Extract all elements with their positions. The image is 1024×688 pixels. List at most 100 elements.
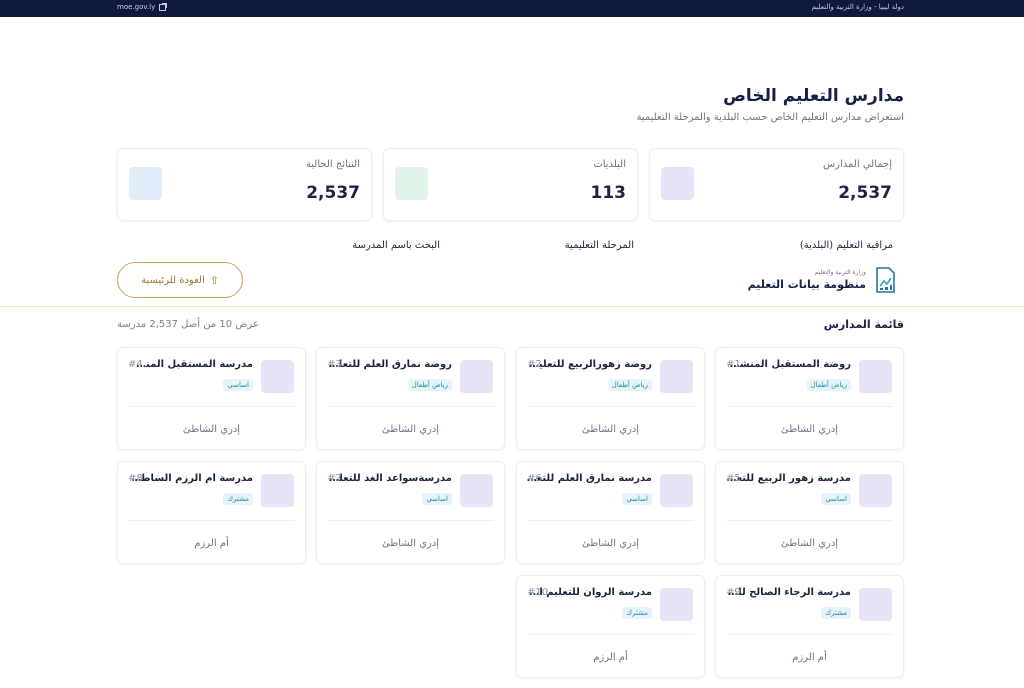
school-number: #5 — [726, 473, 741, 484]
school-thumbnail — [261, 474, 294, 507]
top-bar: moe.gov.ly دولة ليبيا - وزارة التربية وا… — [0, 0, 1024, 17]
brand-block: وزارة التربية والتعليم منظومة بيانات الت… — [748, 266, 896, 294]
school-thumbnail — [859, 474, 892, 507]
school-name: مدرسة الرجاء الصالح للتعليم الحر — [725, 587, 851, 598]
stage-badge: مشترك — [821, 607, 851, 619]
stat-label: إجمالي المدارس — [822, 159, 892, 170]
card-divider — [128, 520, 295, 521]
school-card[interactable]: مدرسة الروان للتعليم الحر #10 مشترك أم ا… — [516, 575, 705, 678]
school-name: روضة زهورالربيع للتعليم الحر — [526, 359, 652, 370]
stage-badge: رياض أطفال — [806, 379, 851, 391]
stage-badge: رياض أطفال — [607, 379, 652, 391]
card-divider — [726, 634, 893, 635]
external-link-icon[interactable] — [159, 2, 168, 11]
stage-badge: اساسي — [422, 493, 452, 505]
school-thumbnail — [660, 474, 693, 507]
stat-value: 2,537 — [306, 183, 360, 203]
school-city: إدري الشاطئ — [780, 538, 839, 549]
back-home-button[interactable]: ⇧ العودة للرئيسية — [117, 262, 243, 298]
school-city: إدري الشاطئ — [182, 424, 241, 435]
school-thumbnail — [660, 588, 693, 621]
school-city: إدري الشاطئ — [381, 424, 440, 435]
stat-card-municipalities: البلديات 113 — [383, 148, 638, 221]
school-card[interactable]: روضة نمارق العلم للتعليم الحر #3 رياض أط… — [316, 347, 505, 450]
home-icon: ⇧ — [209, 273, 219, 287]
brand-ministry: وزارة التربية والتعليم — [814, 269, 866, 276]
stat-card-total-schools: إجمالي المدارس 2,537 — [649, 148, 904, 221]
school-city: إدري الشاطئ — [581, 538, 640, 549]
school-card[interactable]: مدرسة نمارق العلم للتعليم الحر #6 اساسي … — [516, 461, 705, 564]
stat-value: 2,537 — [838, 183, 892, 203]
card-divider — [527, 634, 694, 635]
school-city: إدري الشاطئ — [381, 538, 440, 549]
school-card[interactable]: روضة زهورالربيع للتعليم الحر #2 رياض أطف… — [516, 347, 705, 450]
stage-badge: اساسي — [821, 493, 851, 505]
school-name: مدرسة زهور الربيع للتعليم الحر — [725, 473, 851, 484]
section-divider — [0, 306, 1024, 307]
school-name: روضة المستقبل المنشود للتعليم الحر — [725, 359, 851, 370]
municipality-icon — [395, 167, 428, 200]
school-card[interactable]: مدرسة المستقبل المنشود للتعليم #4 اساسي … — [117, 347, 306, 450]
school-number: #9 — [726, 587, 741, 598]
results-icon — [129, 167, 162, 200]
stage-filter[interactable]: المرحلة التعليمية — [565, 240, 634, 251]
page-subtitle: استعراض مدارس التعليم الخاص حسب البلدية … — [636, 112, 904, 123]
back-home-label: العودة للرئيسية — [141, 274, 205, 286]
card-divider — [527, 406, 694, 407]
stat-card-current-results: النتائج الحالية 2,537 — [117, 148, 372, 221]
page-title: مدارس التعليم الخاص — [723, 86, 904, 106]
card-divider — [726, 520, 893, 521]
school-name: مدرسة نمارق العلم للتعليم الحر — [526, 473, 652, 484]
school-number: #2 — [527, 359, 542, 370]
school-number: #4 — [128, 359, 143, 370]
municipality-filter[interactable]: مراقبة التعليم (البلدية) — [800, 240, 893, 251]
school-card[interactable]: مدرسةسواعد الغد للتعليم الحر #7 اساسي إد… — [316, 461, 505, 564]
school-number: #3 — [327, 359, 342, 370]
school-name: مدرسة المستقبل المنشود للتعليم — [127, 359, 253, 370]
school-number: #6 — [527, 473, 542, 484]
stage-badge: رياض أطفال — [407, 379, 452, 391]
filters-bar: مراقبة التعليم (البلدية) المرحلة التعليم… — [117, 226, 904, 259]
school-card[interactable]: روضة المستقبل المنشود للتعليم الحر #1 ري… — [715, 347, 904, 450]
school-number: #1 — [726, 359, 741, 370]
stage-badge: اساسي — [223, 379, 253, 391]
school-icon — [661, 167, 694, 200]
site-link[interactable]: moe.gov.ly — [117, 2, 168, 11]
school-thumbnail — [460, 360, 493, 393]
school-thumbnail — [460, 474, 493, 507]
stage-badge: مشترك — [223, 493, 253, 505]
school-city: إدري الشاطئ — [780, 424, 839, 435]
school-city: إدري الشاطئ — [581, 424, 640, 435]
brand-name: منظومة بيانات التعليم — [747, 278, 866, 291]
org-label: دولة ليبيا - وزارة التربية والتعليم — [811, 3, 904, 11]
stage-badge: اساسي — [622, 493, 652, 505]
stage-badge: مشترك — [622, 607, 652, 619]
stat-label: النتائج الحالية — [305, 159, 360, 170]
list-count: عرض 10 من أصل 2,537 مدرسة — [117, 319, 259, 330]
site-link-label[interactable]: moe.gov.ly — [117, 3, 155, 11]
stat-value: 113 — [590, 183, 627, 203]
school-number: #10 — [527, 587, 549, 598]
school-number: #7 — [327, 473, 342, 484]
school-number: #8 — [128, 473, 143, 484]
stat-label: البلديات — [593, 159, 626, 170]
school-name: مدرسة أم الرزم الساطعة للتعليم — [127, 473, 253, 484]
school-city: أم الرزم — [593, 652, 628, 663]
card-divider — [527, 520, 694, 521]
school-thumbnail — [660, 360, 693, 393]
school-name: روضة نمارق العلم للتعليم الحر — [326, 359, 452, 370]
school-name: مدرسةسواعد الغد للتعليم الحر — [326, 473, 452, 484]
school-card[interactable]: مدرسة زهور الربيع للتعليم الحر #5 اساسي … — [715, 461, 904, 564]
card-divider — [726, 406, 893, 407]
school-card[interactable]: مدرسة الرجاء الصالح للتعليم الحر #9 مشتر… — [715, 575, 904, 678]
school-city: أم الرزم — [194, 538, 229, 549]
card-divider — [327, 520, 494, 521]
brand-text: وزارة التربية والتعليم منظومة بيانات الت… — [748, 269, 866, 291]
school-city: أم الرزم — [792, 652, 827, 663]
school-card[interactable]: مدرسة أم الرزم الساطعة للتعليم #8 مشترك … — [117, 461, 306, 564]
list-title: قائمة المدارس — [823, 318, 904, 331]
data-system-icon — [876, 267, 895, 293]
school-thumbnail — [859, 360, 892, 393]
school-search[interactable]: البحث باسم المدرسة — [352, 240, 440, 251]
card-divider — [327, 406, 494, 407]
